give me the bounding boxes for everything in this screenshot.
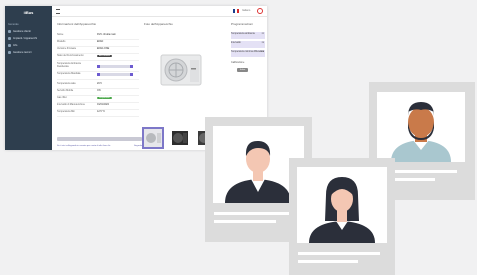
notice-link[interactable]: Segnala [134, 145, 142, 147]
logout-icon[interactable] [257, 8, 263, 14]
temperature-slider[interactable] [97, 65, 133, 68]
field-row: Modello EFAN [57, 40, 139, 47]
language-label[interactable]: Italiano [242, 9, 250, 12]
avatar-woman [309, 177, 375, 243]
top-bar: Italiano [52, 6, 267, 17]
thumbnail[interactable] [169, 127, 191, 149]
field-row: Versione firmware EFAN-ONE [57, 47, 139, 54]
ac-unit-image [160, 54, 202, 86]
remote-notice: Se ti stai collegando in remoto per cont… [57, 145, 142, 147]
info-icon [8, 44, 11, 47]
nav-heading: Generale [8, 23, 19, 26]
save-button[interactable] [57, 137, 142, 141]
field-row: Intervallo di Manutenzione 01/01/2022 [57, 103, 139, 110]
nav-item-clients[interactable]: Gestione clienti [8, 30, 31, 33]
thumbnail-selected[interactable] [142, 127, 164, 149]
right-panel-title: Programmazioni [231, 22, 253, 26]
avatar-man-beard [391, 102, 451, 162]
setting-row: Temperatura minima differenza 12.0 [231, 50, 265, 57]
device-icon [8, 37, 11, 40]
right-panel-save-button[interactable]: Salva [237, 68, 248, 72]
wrench-icon [8, 51, 11, 54]
profile-card [289, 158, 395, 275]
field-row: Temperatura Ambiente Desiderata [57, 62, 139, 72]
field-row: Gas rifiut Disponibile [57, 96, 139, 103]
setting-row: Temperatura ambiente 22 [231, 32, 265, 39]
app-logo: iiBus [23, 10, 34, 15]
field-row: Temperatura Min 12.5 °C [57, 110, 139, 117]
nav-item-devices[interactable]: Impianti / Apparecchi [8, 37, 37, 40]
field-row: Temperatura Mandata [57, 72, 139, 80]
image-panel-title: Foto dell'Apparecchio [144, 22, 173, 26]
profile-line [214, 212, 298, 215]
nav-item-technicians[interactable]: Gestione tecnici [8, 51, 31, 54]
info-panel-title: Informazioni dell'Apparecchio [57, 22, 97, 26]
profile-photo-frame [377, 92, 465, 162]
profile-line [298, 260, 358, 263]
field-row: Nome DVC clit alla main [57, 33, 139, 40]
setting-row: Intervallo 23 [231, 41, 265, 48]
italian-flag-icon[interactable] [233, 9, 239, 13]
profile-line [298, 252, 380, 255]
calibration-label: Calibrazione [231, 61, 245, 64]
sidebar: iiBus Generale Gestione clienti Impianti… [5, 6, 52, 150]
status-badge: Accendibile [97, 55, 113, 57]
nav-item-info[interactable]: Info [8, 44, 17, 47]
field-row: Stato del Funzionamento Accendibile [57, 54, 139, 61]
menu-icon[interactable] [56, 9, 60, 14]
profile-line [214, 220, 276, 223]
users-icon [8, 30, 11, 33]
flow-temperature-slider[interactable] [97, 73, 133, 76]
profile-photo-frame [297, 167, 387, 243]
field-row: Servizio Mobile ON [57, 89, 139, 96]
availability-badge: Disponibile [97, 97, 112, 99]
field-row: Temperatura sala 20.5 [57, 82, 139, 89]
